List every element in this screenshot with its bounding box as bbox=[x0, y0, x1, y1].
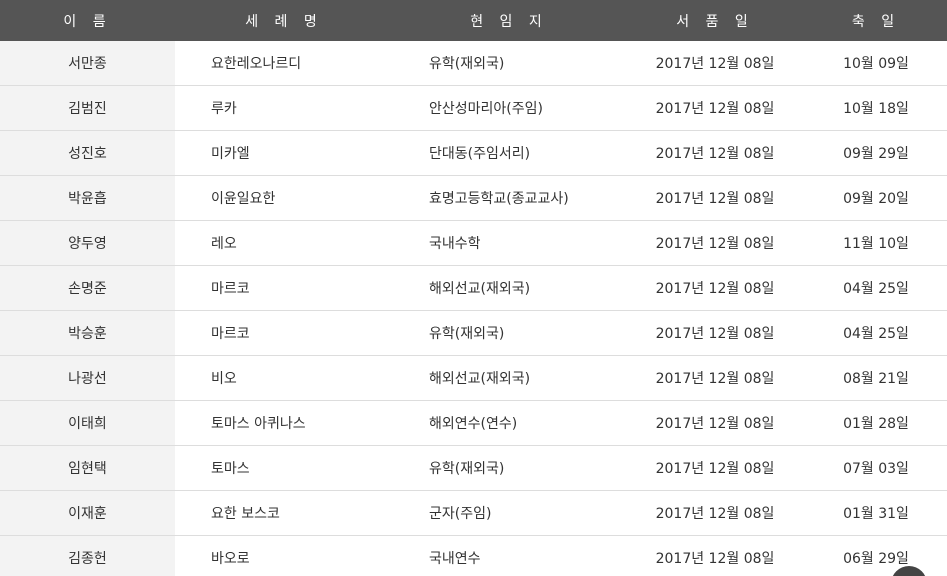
cell-name: 나광선 bbox=[0, 355, 175, 401]
priest-table: 이 름 세 례 명 현 임 지 서 품 일 축 일 서만종 요한레오나르디 유학(재… bbox=[0, 0, 947, 576]
cell-feast-day: 01월 31일 bbox=[805, 490, 947, 536]
cell-current-assignment: 해외선교(재외국) bbox=[393, 355, 625, 401]
header-baptism-name: 세 례 명 bbox=[175, 0, 393, 41]
cell-ordination-date: 2017년 12월 08일 bbox=[625, 85, 805, 131]
table-row: 박승훈 마르코 유학(재외국) 2017년 12월 08일 04월 25일 bbox=[0, 310, 947, 356]
cell-baptism-name: 마르코 bbox=[175, 265, 393, 311]
table-body: 서만종 요한레오나르디 유학(재외국) 2017년 12월 08일 10월 09일 김범진… bbox=[0, 41, 947, 576]
cell-name: 임현택 bbox=[0, 445, 175, 491]
table-row: 박윤흡 이윤일요한 효명고등학교(종교교사) 2017년 12월 08일 09월 20일 bbox=[0, 175, 947, 221]
priest-table-container: 이 름 세 례 명 현 임 지 서 품 일 축 일 서만종 요한레오나르디 유학(재… bbox=[0, 0, 947, 576]
cell-baptism-name: 토마스 bbox=[175, 445, 393, 491]
cell-feast-day: 09월 29일 bbox=[805, 130, 947, 176]
cell-name: 박윤흡 bbox=[0, 175, 175, 221]
cell-baptism-name: 비오 bbox=[175, 355, 393, 401]
table-row: 손명준 마르코 해외선교(재외국) 2017년 12월 08일 04월 25일 bbox=[0, 265, 947, 311]
cell-current-assignment: 국내연수 bbox=[393, 535, 625, 576]
cell-ordination-date: 2017년 12월 08일 bbox=[625, 310, 805, 356]
cell-baptism-name: 이윤일요한 bbox=[175, 175, 393, 221]
cell-feast-day: 04월 25일 bbox=[805, 265, 947, 311]
cell-ordination-date: 2017년 12월 08일 bbox=[625, 355, 805, 401]
cell-ordination-date: 2017년 12월 08일 bbox=[625, 490, 805, 536]
cell-baptism-name: 마르코 bbox=[175, 310, 393, 356]
table-header: 이 름 세 례 명 현 임 지 서 품 일 축 일 bbox=[0, 0, 947, 41]
cell-current-assignment: 해외선교(재외국) bbox=[393, 265, 625, 311]
header-current-assignment: 현 임 지 bbox=[393, 0, 625, 41]
table-row: 성진호 미카엘 단대동(주임서리) 2017년 12월 08일 09월 29일 bbox=[0, 130, 947, 176]
table-row: 이재훈 요한 보스코 군자(주임) 2017년 12월 08일 01월 31일 bbox=[0, 490, 947, 536]
cell-name: 서만종 bbox=[0, 41, 175, 86]
table-row: 양두영 레오 국내수학 2017년 12월 08일 11월 10일 bbox=[0, 220, 947, 266]
cell-name: 이태희 bbox=[0, 400, 175, 446]
cell-current-assignment: 군자(주임) bbox=[393, 490, 625, 536]
cell-feast-day: 10월 18일 bbox=[805, 85, 947, 131]
table-row: 이태희 토마스 아퀴나스 해외연수(연수) 2017년 12월 08일 01월 28일 bbox=[0, 400, 947, 446]
cell-feast-day: 10월 09일 bbox=[805, 41, 947, 86]
header-ordination-date: 서 품 일 bbox=[625, 0, 805, 41]
table-row: 임현택 토마스 유학(재외국) 2017년 12월 08일 07월 03일 bbox=[0, 445, 947, 491]
cell-current-assignment: 유학(재외국) bbox=[393, 445, 625, 491]
cell-ordination-date: 2017년 12월 08일 bbox=[625, 175, 805, 221]
cell-ordination-date: 2017년 12월 08일 bbox=[625, 130, 805, 176]
cell-ordination-date: 2017년 12월 08일 bbox=[625, 400, 805, 446]
cell-baptism-name: 요한레오나르디 bbox=[175, 41, 393, 86]
cell-current-assignment: 효명고등학교(종교교사) bbox=[393, 175, 625, 221]
cell-baptism-name: 요한 보스코 bbox=[175, 490, 393, 536]
header-row: 이 름 세 례 명 현 임 지 서 품 일 축 일 bbox=[0, 0, 947, 41]
header-name: 이 름 bbox=[0, 0, 175, 41]
table-row: 김종헌 바오로 국내연수 2017년 12월 08일 06월 29일 bbox=[0, 535, 947, 576]
cell-baptism-name: 레오 bbox=[175, 220, 393, 266]
cell-current-assignment: 유학(재외국) bbox=[393, 41, 625, 86]
cell-ordination-date: 2017년 12월 08일 bbox=[625, 220, 805, 266]
cell-feast-day: 08월 21일 bbox=[805, 355, 947, 401]
cell-ordination-date: 2017년 12월 08일 bbox=[625, 445, 805, 491]
cell-ordination-date: 2017년 12월 08일 bbox=[625, 535, 805, 576]
cell-name: 양두영 bbox=[0, 220, 175, 266]
table-row: 나광선 비오 해외선교(재외국) 2017년 12월 08일 08월 21일 bbox=[0, 355, 947, 401]
cell-current-assignment: 국내수학 bbox=[393, 220, 625, 266]
cell-feast-day: 04월 25일 bbox=[805, 310, 947, 356]
cell-feast-day: 11월 10일 bbox=[805, 220, 947, 266]
cell-current-assignment: 해외연수(연수) bbox=[393, 400, 625, 446]
cell-feast-day: 01월 28일 bbox=[805, 400, 947, 446]
cell-name: 성진호 bbox=[0, 130, 175, 176]
header-feast-day: 축 일 bbox=[805, 0, 947, 41]
cell-ordination-date: 2017년 12월 08일 bbox=[625, 265, 805, 311]
cell-baptism-name: 루카 bbox=[175, 85, 393, 131]
cell-name: 박승훈 bbox=[0, 310, 175, 356]
cell-name: 이재훈 bbox=[0, 490, 175, 536]
cell-feast-day: 07월 03일 bbox=[805, 445, 947, 491]
cell-feast-day: 09월 20일 bbox=[805, 175, 947, 221]
cell-feast-day: 06월 29일 bbox=[805, 535, 947, 576]
cell-name: 김범진 bbox=[0, 85, 175, 131]
cell-name: 손명준 bbox=[0, 265, 175, 311]
cell-baptism-name: 토마스 아퀴나스 bbox=[175, 400, 393, 446]
cell-current-assignment: 안산성마리아(주임) bbox=[393, 85, 625, 131]
cell-ordination-date: 2017년 12월 08일 bbox=[625, 41, 805, 86]
table-row: 김범진 루카 안산성마리아(주임) 2017년 12월 08일 10월 18일 bbox=[0, 85, 947, 131]
cell-baptism-name: 미카엘 bbox=[175, 130, 393, 176]
table-row: 서만종 요한레오나르디 유학(재외국) 2017년 12월 08일 10월 09일 bbox=[0, 41, 947, 86]
cell-current-assignment: 단대동(주임서리) bbox=[393, 130, 625, 176]
cell-current-assignment: 유학(재외국) bbox=[393, 310, 625, 356]
cell-name: 김종헌 bbox=[0, 535, 175, 576]
cell-baptism-name: 바오로 bbox=[175, 535, 393, 576]
